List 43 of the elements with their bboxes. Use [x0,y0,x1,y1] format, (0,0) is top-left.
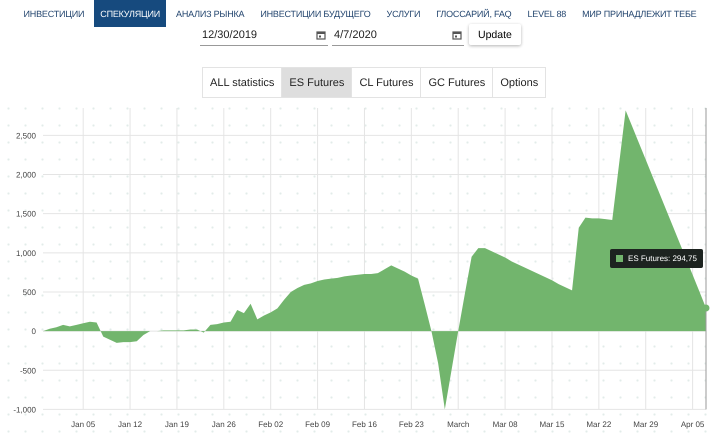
axis-label: 0 [32,327,36,336]
axis-label: 1,500 [16,210,36,219]
nav-item[interactable]: ГЛОССАРИЙ, FAQ [430,0,518,27]
axis-label: 1,000 [16,248,36,258]
axis-label: 2,000 [16,170,36,180]
calendar-icon[interactable] [316,30,326,40]
nav-item[interactable]: ИНВЕСТИЦИИ БУДУЩЕГО [254,0,377,27]
axis-label: Feb 16 [352,420,377,429]
tab[interactable]: ES Futures [281,67,352,98]
tab[interactable]: ALL statistics [202,67,282,98]
date-field[interactable]: 12/30/2019 [200,24,328,46]
update-button[interactable]: Update [469,24,521,45]
axis-label: Feb 09 [305,420,330,429]
axis-label: -500 [20,366,36,376]
axis-label: Apr 05 [680,420,704,429]
axis-label: Jan 05 [71,420,96,429]
axis-label: Mar 08 [492,420,518,429]
tooltip-text: ES Futures: 294,75 [628,254,697,263]
nav-item[interactable]: УСЛУГИ [380,0,426,27]
axis-label: Jan 12 [118,420,142,429]
calendar-icon[interactable] [452,30,462,40]
axis-label: Jan 19 [164,420,189,429]
axis-label: Mar 29 [633,420,658,429]
axis-label: 500 [22,288,36,297]
tab[interactable]: GC Futures [420,67,494,98]
axis-label: Mar 15 [540,420,564,429]
legend-swatch [616,255,623,262]
nav-item[interactable]: МИР ПРИНАДЛЕЖИТ ТЕБЕ [576,0,702,27]
axis-label: 2,500 [16,131,36,140]
axis-label: Mar 22 [586,420,612,429]
date-field[interactable]: 4/7/2020 [332,24,464,46]
axis-label: -1,000 [13,405,36,414]
tab[interactable]: CL Futures [351,67,422,98]
nav-item[interactable]: АНАЛИЗ РЫНКА [170,0,250,27]
nav-item[interactable]: ИНВЕСТИЦИИ [18,0,90,27]
nav-item[interactable]: СПЕКУЛЯЦИИ [94,0,166,27]
axis-label: Jan 26 [212,420,236,429]
axis-label: Feb 02 [258,420,284,429]
tab[interactable]: Options [492,67,546,98]
axis-label: March [447,420,470,429]
data-point [702,304,710,312]
axis-label: Feb 23 [398,420,424,429]
nav-item[interactable]: LEVEL 88 [521,0,572,27]
